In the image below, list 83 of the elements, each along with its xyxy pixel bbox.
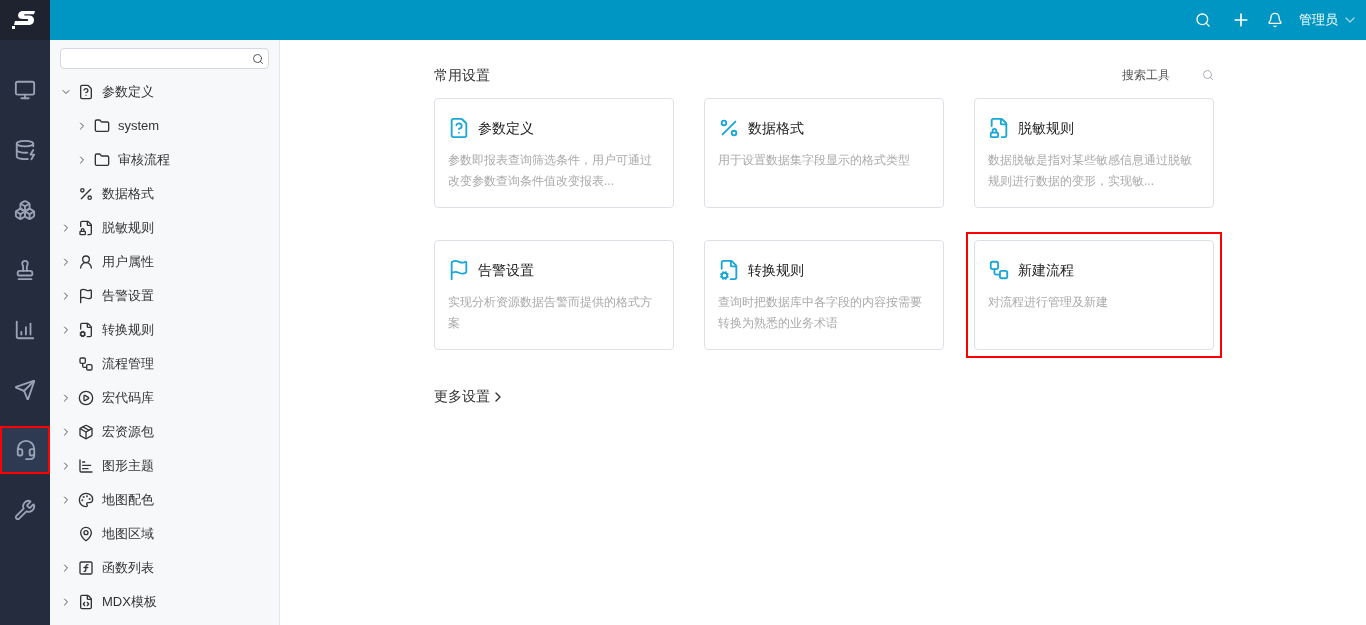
setting-card[interactable]: 新建流程 对流程进行管理及新建 <box>966 232 1222 358</box>
percent-icon <box>718 117 740 139</box>
boxes-icon <box>14 199 36 221</box>
tree-item[interactable]: 函数列表 <box>50 551 279 585</box>
tree-item[interactable]: 告警设置 <box>50 279 279 313</box>
tree-search-field[interactable] <box>60 48 269 69</box>
flow-icon <box>78 356 94 372</box>
card-description: 实现分析资源数据告警而提供的格式方案 <box>448 294 653 332</box>
gear-file-icon <box>78 322 94 338</box>
question-file-icon <box>448 117 470 139</box>
bell-icon[interactable] <box>1267 12 1283 28</box>
tree-item-label: 审核流程 <box>118 151 170 170</box>
tree-item[interactable]: 用户属性 <box>50 245 279 279</box>
tree-item-label: 宏代码库 <box>102 389 154 408</box>
tree-item[interactable]: 脱敏规则 <box>50 211 279 245</box>
tree-item-label: 数据格式 <box>102 185 154 204</box>
map-pin-icon <box>78 526 94 542</box>
search-icon <box>252 52 264 65</box>
tree-item[interactable]: MDX模板 <box>50 585 279 619</box>
lock-file-icon <box>988 117 1010 139</box>
card-description: 对流程进行管理及新建 <box>988 294 1109 311</box>
tree-item-label: 地图区域 <box>102 525 154 544</box>
tree-item-label: 图形主题 <box>102 457 154 476</box>
section-title: 常用设置 <box>434 65 490 85</box>
flow-icon <box>988 259 1010 281</box>
tree-item[interactable]: 地图区域 <box>50 517 279 551</box>
card-title: 新建流程 <box>1018 260 1074 280</box>
tree-item-label: 函数列表 <box>102 559 154 578</box>
search-tools-label[interactable]: 搜索工具 <box>1122 66 1170 84</box>
tree-item-label: 地图配色 <box>102 491 154 510</box>
monitor-icon <box>14 79 36 101</box>
function-icon <box>78 560 94 576</box>
user-icon <box>78 254 94 270</box>
database-icon <box>14 139 36 161</box>
tree-item[interactable]: 图形主题 <box>50 449 279 483</box>
stamp-icon <box>14 259 36 281</box>
search-icon[interactable] <box>1195 12 1211 28</box>
card-description: 数据脱敏是指对某些敏感信息通过脱敏规则进行数据的变形，实现敏... <box>988 152 1193 190</box>
tree-item-label: 宏资源包 <box>102 423 154 442</box>
tree-item[interactable]: 宏代码库 <box>50 381 279 415</box>
tree-item[interactable]: 转换规则 <box>50 313 279 347</box>
card-title: 转换规则 <box>748 260 804 280</box>
rail-button[interactable] <box>0 426 50 474</box>
flag-icon <box>448 259 470 281</box>
folder-icon <box>94 118 110 134</box>
card-description: 用于设置数据集字段显示的格式类型 <box>718 152 911 169</box>
tree-item[interactable]: 流程管理 <box>50 347 279 381</box>
card-title: 参数定义 <box>478 118 534 138</box>
tree-item[interactable]: 宏资源包 <box>50 415 279 449</box>
question-file-icon <box>78 84 94 100</box>
card-title: 数据格式 <box>748 118 804 138</box>
percent-icon <box>78 186 94 202</box>
tree-item[interactable]: 参数定义 <box>50 75 279 109</box>
card-description: 查询时把数据库中各字段的内容按需要转换为熟悉的业务术语 <box>718 294 923 332</box>
tree-item-label: 脱敏规则 <box>102 219 154 238</box>
card-title: 告警设置 <box>478 260 534 280</box>
tree-item[interactable]: system <box>50 109 279 143</box>
paper-plane-icon <box>14 379 36 401</box>
tree-item[interactable]: 地图配色 <box>50 483 279 517</box>
wrench-icon <box>14 499 36 521</box>
play-icon <box>78 390 94 406</box>
tree-item-label: 用户属性 <box>102 253 154 272</box>
tree-item-label: MDX模板 <box>102 593 157 612</box>
tree-item[interactable]: 审核流程 <box>50 143 279 177</box>
palette-icon <box>78 492 94 508</box>
folder-icon <box>94 152 110 168</box>
bar-chart-icon <box>78 458 94 474</box>
gear-file-icon <box>718 259 740 281</box>
tree-item-label: 告警设置 <box>102 287 154 306</box>
lock-file-icon <box>78 220 94 236</box>
flag-icon <box>78 288 94 304</box>
tree-item-label: 流程管理 <box>102 355 154 374</box>
headset-icon <box>15 439 37 461</box>
card-title: 脱敏规则 <box>1018 118 1074 138</box>
more-settings-link[interactable]: 更多设置 <box>434 386 506 407</box>
card-description: 参数即报表查询筛选条件，用户可通过改变参数查询条件值改变报表... <box>448 152 653 190</box>
bar-chart-icon <box>14 319 36 341</box>
tree-item-label: 参数定义 <box>102 83 154 102</box>
tree-item-label: system <box>118 117 160 136</box>
package-icon <box>78 424 94 440</box>
tree-item[interactable]: 数据格式 <box>50 177 279 211</box>
tree-item-label: 转换规则 <box>102 321 154 340</box>
code-file-icon <box>78 594 94 610</box>
